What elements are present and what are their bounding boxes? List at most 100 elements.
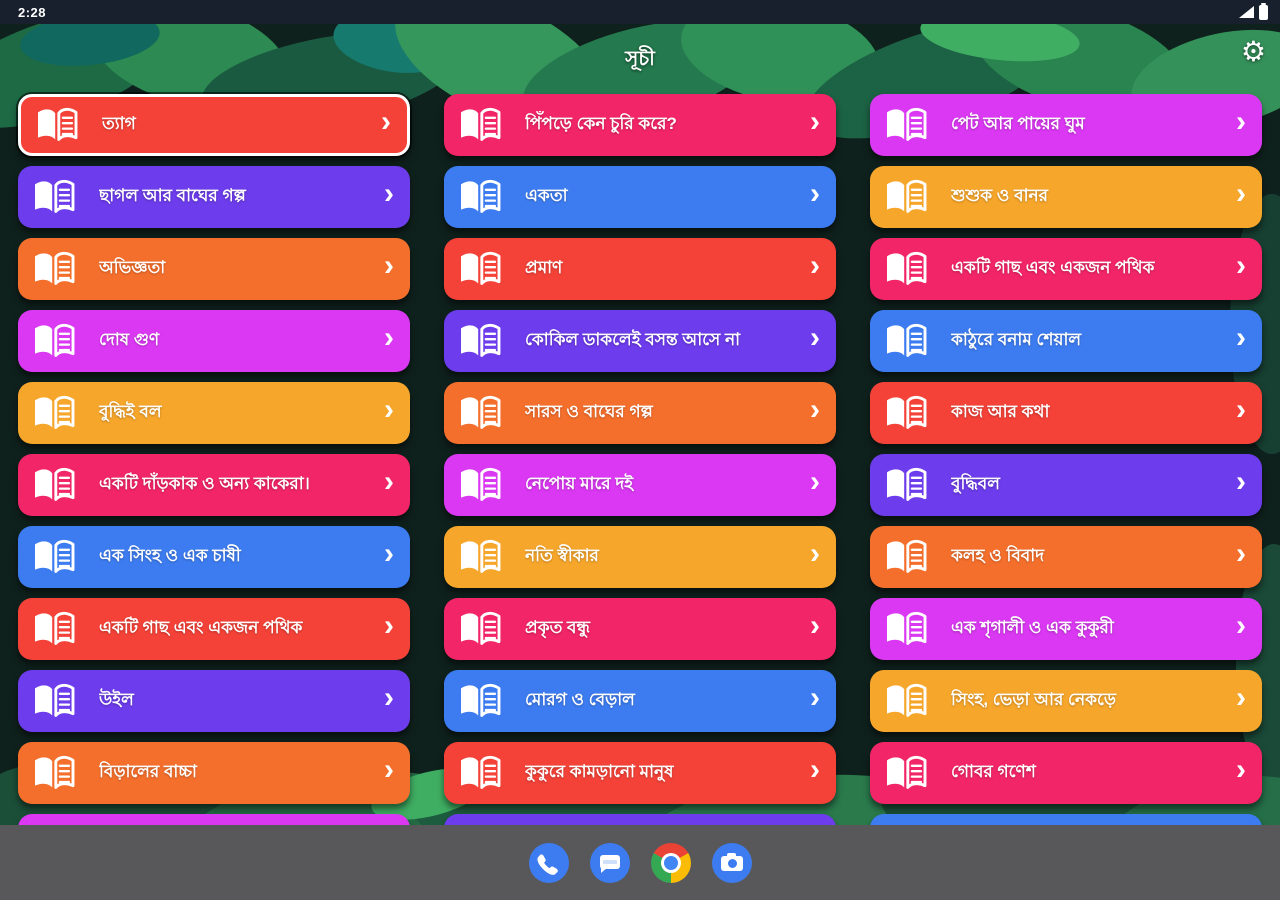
story-title: উইল xyxy=(99,690,134,709)
story-title: বুদ্ধিই বল xyxy=(99,402,162,421)
chevron-right-icon: › xyxy=(810,321,820,354)
story-item[interactable]: সিংহ, ভেড়া আর নেকড়ে › xyxy=(870,670,1262,732)
book-icon xyxy=(883,322,929,360)
book-icon xyxy=(31,322,77,360)
chevron-right-icon: › xyxy=(384,681,394,714)
book-icon xyxy=(457,754,503,792)
chevron-right-icon: › xyxy=(1236,105,1246,138)
story-item[interactable]: একটি গাছ এবং একজন পথিক › xyxy=(18,598,410,660)
story-title: প্রমাণ xyxy=(525,258,563,277)
story-item[interactable]: বিড়ালের বাচ্চা › xyxy=(18,742,410,804)
chevron-right-icon: › xyxy=(1236,609,1246,642)
book-icon xyxy=(31,610,77,648)
story-item[interactable]: শুশুক ও বানর › xyxy=(870,166,1262,228)
story-item[interactable]: একতা › xyxy=(444,166,836,228)
story-item[interactable]: বুদ্ধিই বল › xyxy=(18,382,410,444)
story-title: এক সিংহ ও এক চাষী xyxy=(99,546,241,565)
messages-icon[interactable] xyxy=(589,842,630,883)
chevron-right-icon: › xyxy=(384,537,394,570)
dock xyxy=(0,825,1280,900)
chevron-right-icon: › xyxy=(1236,753,1246,786)
chevron-right-icon: › xyxy=(810,465,820,498)
story-title: একটি দাঁড়কাক ও অন্য কাকেরা। xyxy=(99,474,310,493)
story-item[interactable]: কোকিল ডাকলেই বসন্ত আসে না › xyxy=(444,310,836,372)
story-title: পেট আর পায়ের ঘুম xyxy=(951,114,1085,133)
story-item[interactable]: পিঁপড়ে কেন চুরি করে? › xyxy=(444,94,836,156)
story-title: একটি গাছ এবং একজন পথিক xyxy=(951,258,1155,277)
book-icon xyxy=(31,394,77,432)
book-icon xyxy=(457,178,503,216)
phone-icon[interactable] xyxy=(528,842,569,883)
chevron-right-icon: › xyxy=(384,753,394,786)
story-item[interactable]: সারস ও বাঘের গল্প › xyxy=(444,382,836,444)
book-icon xyxy=(457,322,503,360)
story-title: একতা xyxy=(525,186,568,205)
story-title: প্রকৃত বন্ধু xyxy=(525,618,590,637)
book-icon xyxy=(457,466,503,504)
story-item[interactable]: এক শৃগালী ও এক কুকুরী › xyxy=(870,598,1262,660)
chevron-right-icon: › xyxy=(384,393,394,426)
story-item[interactable]: নেপোয় মারে দই › xyxy=(444,454,836,516)
story-item[interactable]: ত্যাগ › xyxy=(18,94,410,156)
story-title: কোকিল ডাকলেই বসন্ত আসে না xyxy=(525,330,741,349)
story-title: দোষ গুণ xyxy=(99,330,160,349)
story-title: নেপোয় মারে দই xyxy=(525,474,634,493)
chrome-icon[interactable] xyxy=(650,842,691,883)
story-item[interactable]: কাঠুরে বনাম শেয়াল › xyxy=(870,310,1262,372)
chevron-right-icon: › xyxy=(384,321,394,354)
book-icon xyxy=(883,754,929,792)
chevron-right-icon: › xyxy=(384,609,394,642)
chevron-right-icon: › xyxy=(1236,393,1246,426)
book-icon xyxy=(31,754,77,792)
story-title: বিড়ালের বাচ্চা xyxy=(99,762,197,781)
gear-icon[interactable]: ⚙ xyxy=(1241,38,1266,66)
book-icon xyxy=(31,466,77,504)
story-item[interactable]: এক সিংহ ও এক চাষী › xyxy=(18,526,410,588)
clock: 2:28 xyxy=(18,4,47,20)
book-icon xyxy=(883,466,929,504)
story-grid: ত্যাগ › পিঁপড়ে কেন চুরি করে? › পেট আর প… xyxy=(18,94,1263,876)
story-item[interactable]: অভিজ্ঞতা › xyxy=(18,238,410,300)
story-title: একটি গাছ এবং একজন পথিক xyxy=(99,618,303,637)
story-item[interactable]: কলহ ও বিবাদ › xyxy=(870,526,1262,588)
page-title: সূচী xyxy=(625,48,655,70)
story-item[interactable]: প্রকৃত বন্ধু › xyxy=(444,598,836,660)
story-title: ছাগল আর বাঘের গল্প xyxy=(99,186,246,205)
chevron-right-icon: › xyxy=(381,105,391,138)
story-title: ত্যাগ xyxy=(102,114,136,133)
book-icon xyxy=(31,250,77,288)
story-item[interactable]: দোষ গুণ › xyxy=(18,310,410,372)
book-icon xyxy=(883,538,929,576)
book-icon xyxy=(457,106,503,144)
story-item[interactable]: বুদ্ধিবল › xyxy=(870,454,1262,516)
story-item[interactable]: কাজ আর কথা › xyxy=(870,382,1262,444)
book-icon xyxy=(883,106,929,144)
book-icon xyxy=(457,394,503,432)
book-icon xyxy=(457,250,503,288)
chevron-right-icon: › xyxy=(810,753,820,786)
story-item[interactable]: একটি গাছ এবং একজন পথিক › xyxy=(870,238,1262,300)
chevron-right-icon: › xyxy=(384,465,394,498)
story-item[interactable]: পেট আর পায়ের ঘুম › xyxy=(870,94,1262,156)
book-icon xyxy=(31,682,77,720)
chevron-right-icon: › xyxy=(384,177,394,210)
chevron-right-icon: › xyxy=(810,249,820,282)
book-icon xyxy=(883,682,929,720)
story-title: পিঁপড়ে কেন চুরি করে? xyxy=(525,114,677,133)
story-item[interactable]: ছাগল আর বাঘের গল্প › xyxy=(18,166,410,228)
book-icon xyxy=(457,538,503,576)
book-icon xyxy=(34,106,80,144)
story-item[interactable]: কুকুরে কামড়ানো মানুষ › xyxy=(444,742,836,804)
book-icon xyxy=(457,610,503,648)
story-item[interactable]: গোবর গণেশ › xyxy=(870,742,1262,804)
camera-icon[interactable] xyxy=(711,842,752,883)
story-title: কাজ আর কথা xyxy=(951,402,1050,421)
battery-icon xyxy=(1259,2,1268,20)
story-item[interactable]: নতি স্বীকার › xyxy=(444,526,836,588)
story-item[interactable]: প্রমাণ › xyxy=(444,238,836,300)
story-item[interactable]: উইল › xyxy=(18,670,410,732)
story-item[interactable]: একটি দাঁড়কাক ও অন্য কাকেরা। › xyxy=(18,454,410,516)
chevron-right-icon: › xyxy=(384,249,394,282)
story-item[interactable]: মোরগ ও বেড়াল › xyxy=(444,670,836,732)
chevron-right-icon: › xyxy=(810,393,820,426)
